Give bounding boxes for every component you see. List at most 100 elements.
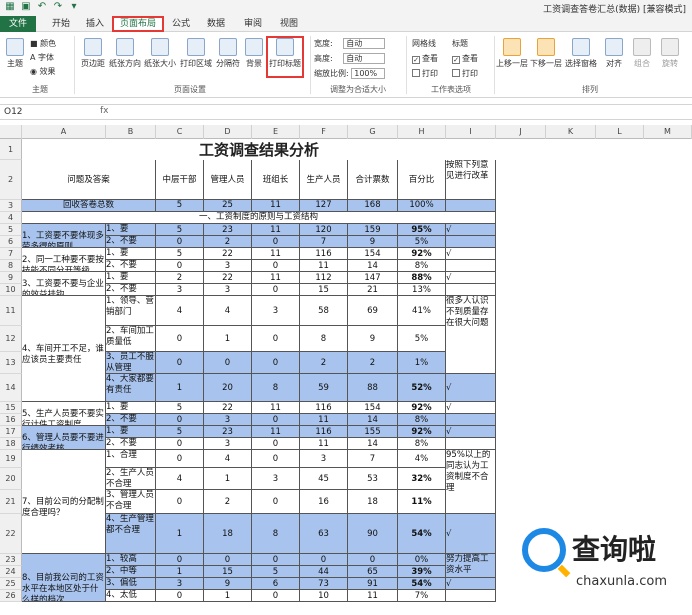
name-box[interactable]: O12 — [4, 106, 64, 119]
cell[interactable]: 54% — [398, 578, 446, 590]
row-header[interactable]: 3 — [0, 200, 22, 212]
cell[interactable]: 1 — [156, 374, 204, 402]
column-header[interactable]: C — [156, 125, 204, 139]
cell[interactable] — [446, 438, 496, 450]
cell[interactable]: 159 — [348, 224, 398, 236]
column-header[interactable]: L — [596, 125, 644, 139]
cell[interactable]: 0 — [156, 414, 204, 426]
cell[interactable]: 23 — [204, 426, 252, 438]
cell[interactable]: 5 — [156, 224, 204, 236]
cell[interactable]: 3 — [156, 284, 204, 296]
cell[interactable]: 1 — [204, 468, 252, 490]
cell[interactable]: 1、要 — [106, 224, 156, 236]
cell[interactable]: 11 — [252, 200, 300, 212]
cell[interactable]: 44 — [300, 566, 348, 578]
cell[interactable]: 3 — [252, 468, 300, 490]
cell[interactable]: 2、不要 — [106, 236, 156, 248]
cell[interactable]: 1、要 — [106, 426, 156, 438]
cell[interactable]: 8 — [300, 326, 348, 352]
cell[interactable] — [446, 200, 496, 212]
cell[interactable]: 0 — [156, 590, 204, 602]
column-header[interactable]: E — [252, 125, 300, 139]
cell[interactable]: 120 — [300, 224, 348, 236]
cell[interactable]: 52% — [398, 374, 446, 402]
gridlines-view-checkbox[interactable]: ✓ 查看 — [412, 53, 438, 64]
cell[interactable]: 8 — [252, 514, 300, 554]
cell[interactable]: 5 — [156, 426, 204, 438]
cell[interactable]: 11% — [398, 490, 446, 514]
colors-button[interactable]: ■ 颜色 — [30, 38, 56, 49]
row-header[interactable]: 13 — [0, 352, 22, 374]
column-header[interactable]: I — [446, 125, 496, 139]
column-header[interactable]: M — [644, 125, 692, 139]
cell[interactable]: 15 — [300, 284, 348, 296]
cell[interactable]: 一、工资制度的原则与工资结构 — [22, 212, 496, 224]
cell[interactable]: 8% — [398, 438, 446, 450]
cell[interactable]: 1 — [156, 566, 204, 578]
cell[interactable]: 65 — [348, 566, 398, 578]
cell[interactable]: 88% — [398, 272, 446, 284]
cell[interactable]: 0 — [252, 236, 300, 248]
cell[interactable]: 1、较高 — [106, 554, 156, 566]
row-header[interactable]: 7 — [0, 248, 22, 260]
cell[interactable]: 11 — [252, 426, 300, 438]
tab-insert[interactable]: 插入 — [80, 16, 110, 32]
sheet-title[interactable]: 工资调查结果分析 — [22, 139, 496, 160]
cell[interactable]: 13% — [398, 284, 446, 296]
cell[interactable]: 6 — [252, 578, 300, 590]
cell[interactable]: 1 — [204, 326, 252, 352]
cell[interactable]: 92% — [398, 426, 446, 438]
cell[interactable]: 3 — [204, 260, 252, 272]
cell[interactable]: √ — [446, 224, 496, 236]
column-header[interactable]: B — [106, 125, 156, 139]
breaks-button[interactable]: 分隔符 — [214, 38, 242, 69]
cell[interactable]: 0 — [252, 554, 300, 566]
cell[interactable]: 1 — [156, 514, 204, 554]
cell[interactable]: 16 — [300, 490, 348, 514]
height-select[interactable]: 自动 — [343, 53, 386, 64]
cell[interactable]: 问题及答案 — [22, 160, 156, 200]
cell[interactable] — [446, 236, 496, 248]
background-button[interactable]: 背景 — [242, 38, 266, 69]
margins-button[interactable]: 页边距 — [78, 38, 108, 69]
cell[interactable]: 5% — [398, 236, 446, 248]
cell[interactable]: 4% — [398, 450, 446, 468]
cell[interactable]: √ — [446, 426, 496, 438]
cell[interactable]: 92% — [398, 402, 446, 414]
row-header[interactable]: 21 — [0, 490, 22, 514]
send-backward-button[interactable]: 下移一层 — [530, 38, 562, 69]
headings-view-checkbox[interactable]: ✓ 查看 — [452, 53, 478, 64]
cell[interactable]: √ — [446, 374, 496, 402]
fonts-button[interactable]: A 字体 — [30, 52, 54, 63]
cell[interactable]: 3 — [204, 414, 252, 426]
cell[interactable]: 92% — [398, 248, 446, 260]
cell[interactable]: 0 — [252, 438, 300, 450]
row-header[interactable]: 14 — [0, 374, 22, 402]
cell[interactable]: 116 — [300, 248, 348, 260]
cell[interactable]: 生产人员 — [300, 160, 348, 200]
cell[interactable]: 0 — [252, 352, 300, 374]
row-header[interactable]: 19 — [0, 450, 22, 468]
cell[interactable]: 95%以上的同志认为工资制度不合理 — [446, 450, 496, 514]
row-header[interactable]: 12 — [0, 326, 22, 352]
cell[interactable]: 0 — [252, 284, 300, 296]
row-header[interactable]: 4 — [0, 212, 22, 224]
row-header[interactable]: 10 — [0, 284, 22, 296]
cell[interactable]: 14 — [348, 438, 398, 450]
cell[interactable]: 11 — [300, 260, 348, 272]
cell[interactable]: 班组长 — [252, 160, 300, 200]
redo-icon[interactable]: ↷ — [52, 1, 64, 13]
row-header[interactable]: 26 — [0, 590, 22, 602]
cell[interactable]: 2 — [300, 352, 348, 374]
cell[interactable]: 23 — [204, 224, 252, 236]
width-select[interactable]: 自动 — [343, 38, 386, 49]
cell[interactable]: 155 — [348, 426, 398, 438]
cell[interactable]: 3 — [156, 578, 204, 590]
cell[interactable]: 11 — [300, 438, 348, 450]
cell[interactable]: 合计票数 — [348, 160, 398, 200]
cell[interactable]: 63 — [300, 514, 348, 554]
tab-page-layout[interactable]: 页面布局 — [112, 16, 164, 32]
cell[interactable]: 154 — [348, 402, 398, 414]
cell[interactable]: √ — [446, 578, 496, 590]
cell[interactable]: 8% — [398, 414, 446, 426]
